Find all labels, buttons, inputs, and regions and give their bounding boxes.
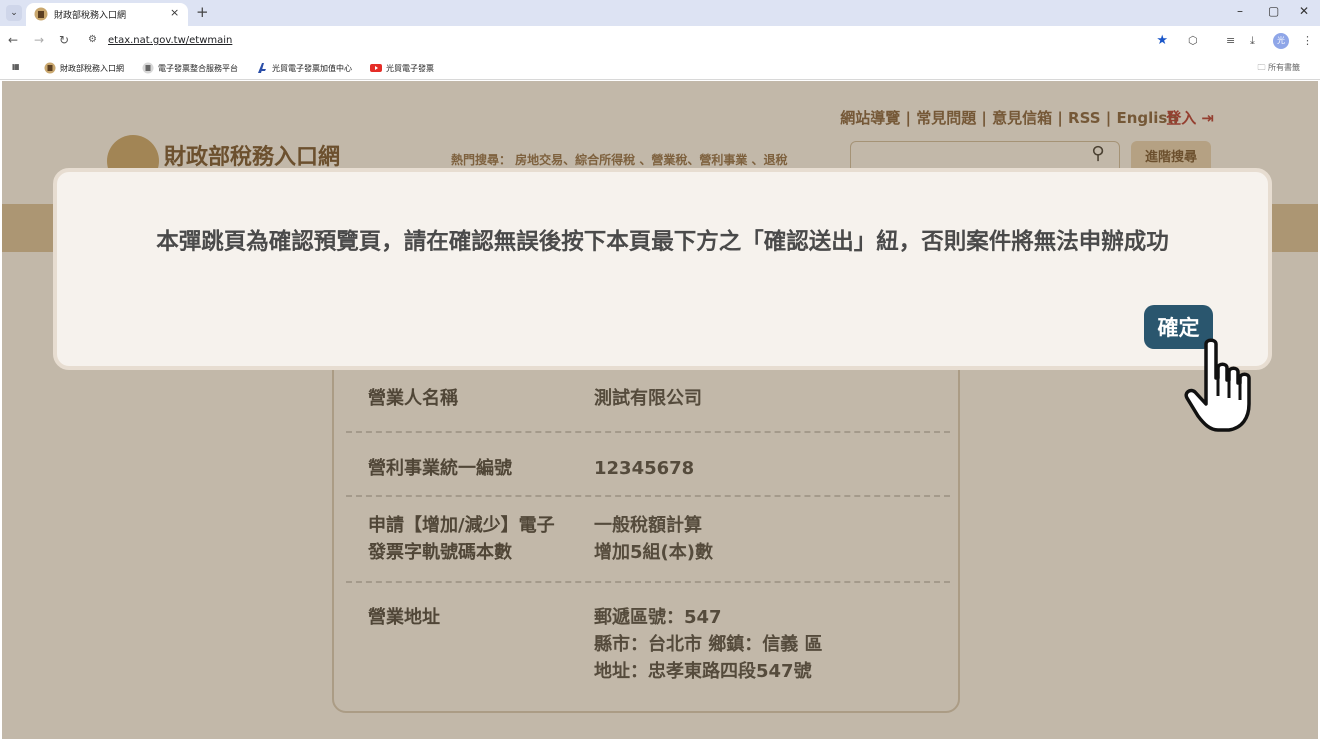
all-bookmarks-folder[interactable]: 🗀 所有書籤 [1257,62,1300,76]
tax-portal-icon [44,62,56,74]
bookmark-guangmao-center[interactable]: 光貿電子發票加值中心 [256,62,352,74]
site-info-icon[interactable]: ⚙ [88,34,97,45]
menu-icon[interactable]: ⋮ [1302,34,1313,47]
einvoice-icon [142,62,154,74]
minimize-icon[interactable]: – [1237,4,1243,18]
tab-title: 財政部稅務入口網 [54,11,127,21]
address-bar[interactable]: ⚙ etax.nat.gov.tw/etwmain ★ [80,30,1180,52]
extensions-icon[interactable]: ⬡ [1188,34,1198,47]
youtube-icon [370,64,382,72]
tab-close-icon[interactable]: × [170,6,179,19]
url-text[interactable]: etax.nat.gov.tw/etwmain [108,35,232,46]
tax-portal-favicon-icon [34,7,48,21]
browser-tab[interactable]: 財政部稅務入口網 × [26,3,188,26]
apps-icon[interactable]: ▦ [12,62,20,71]
hand-pointer-icon [1184,338,1251,432]
restore-icon[interactable]: ▢ [1268,4,1279,18]
confirm-preview-dialog: 本彈跳頁為確認預覽頁，請在確認無誤後按下本頁最下方之「確認送出」紐，否則案件將無… [53,168,1272,370]
bookmark-guangmao-einvoice[interactable]: 光貿電子發票 [370,62,434,74]
back-icon[interactable]: ← [8,33,18,47]
tab-strip: ⌄ 財政部稅務入口網 × + – ▢ ✕ [0,0,1320,26]
bookmarks-bar: ▦ 財政部稅務入口網 電子發票整合服務平台 光貿電子發票加值中心 光貿電子發票 … [0,56,1320,80]
profile-avatar[interactable]: 光 [1273,33,1289,49]
download-icon[interactable]: ⤓ [1250,34,1255,48]
bookmark-tax-portal[interactable]: 財政部稅務入口網 [44,62,124,74]
new-tab-button[interactable]: + [196,3,209,21]
forward-icon[interactable]: → [34,33,44,47]
reading-list-icon[interactable]: ≡ [1226,34,1235,47]
browser-toolbar: ← → ↻ ⚙ etax.nat.gov.tw/etwmain ★ ⬡ ≡ ⤓ … [0,26,1320,56]
close-window-icon[interactable]: ✕ [1299,4,1309,18]
reload-icon[interactable]: ↻ [59,33,69,47]
tab-search-icon[interactable]: ⌄ [6,5,22,21]
bookmark-star-icon[interactable]: ★ [1156,33,1168,48]
dialog-message: 本彈跳頁為確認預覽頁，請在確認無誤後按下本頁最下方之「確認送出」紐，否則案件將無… [156,229,1169,255]
bookmark-einvoice-platform[interactable]: 電子發票整合服務平台 [142,62,238,74]
guangmao-logo-icon [258,63,266,73]
